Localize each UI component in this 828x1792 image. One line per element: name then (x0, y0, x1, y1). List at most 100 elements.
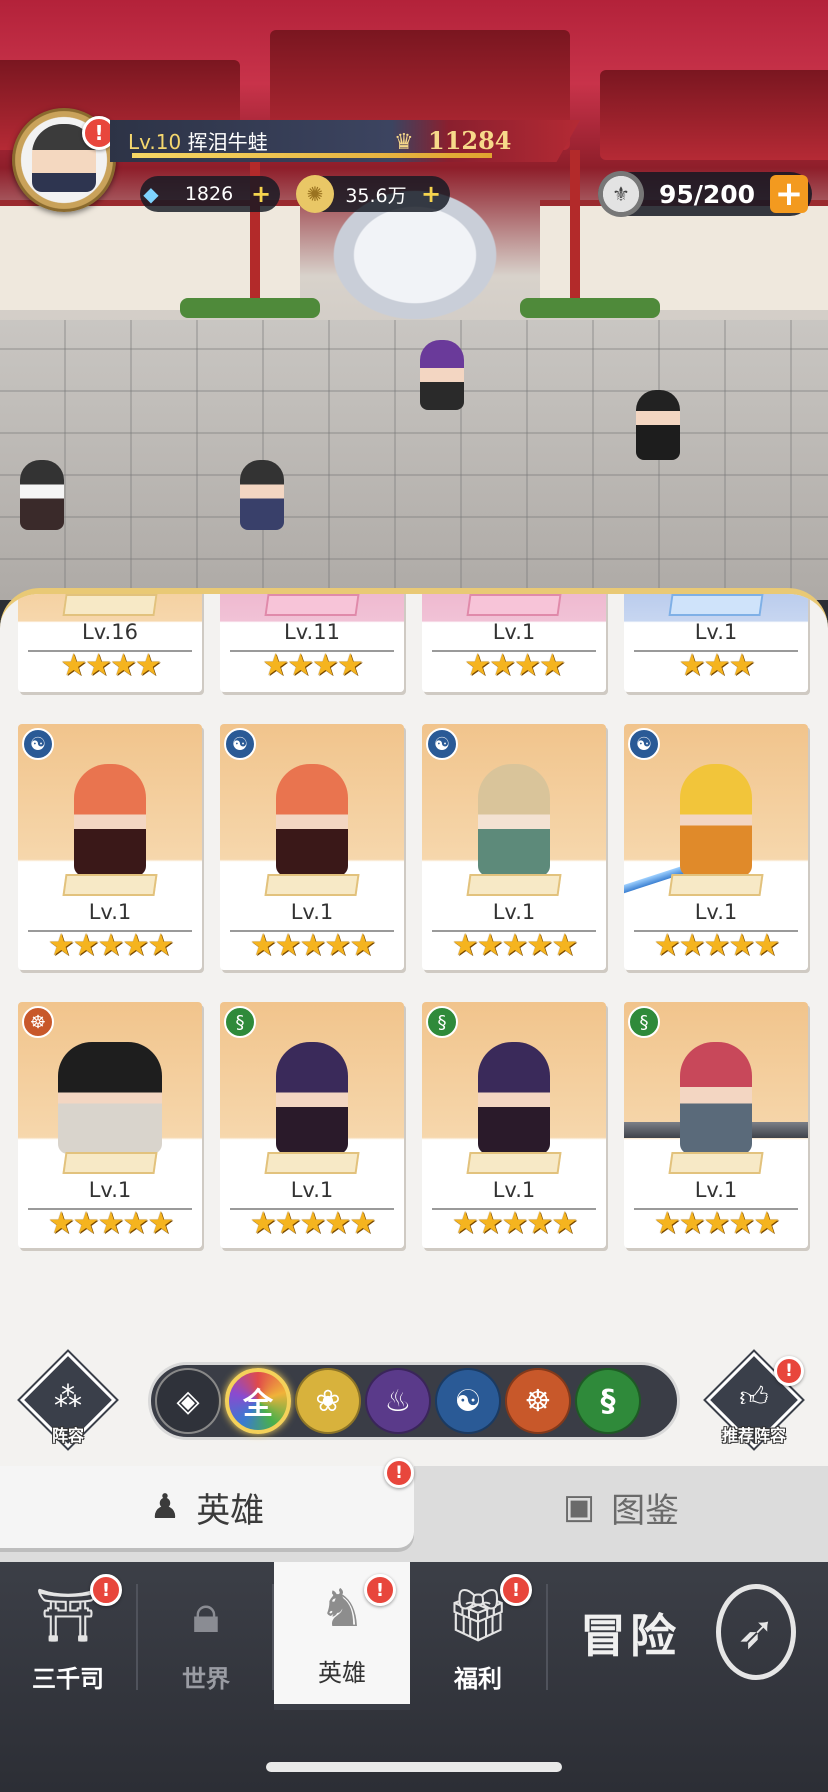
hero-tab-icon: ♟ (149, 1487, 181, 1527)
network-icon: ⁂ (54, 1380, 82, 1413)
hero-card[interactable]: § Lv.1 ★★★★★ (422, 1002, 606, 1248)
pedestal (264, 1152, 360, 1174)
nav-divider (546, 1584, 548, 1690)
filter-formation-icon[interactable]: ◈ (155, 1368, 221, 1434)
player-level-name: Lv.10 挥泪牛蛙 (128, 126, 268, 155)
filter-monk-icon[interactable]: ☸ (505, 1368, 571, 1434)
lineup-button[interactable]: ⁂ 阵容 (19, 1351, 117, 1452)
recommend-alert-icon: ! (774, 1356, 804, 1386)
codex-book-icon: ▣ (562, 1487, 596, 1527)
hero-card[interactable]: Lv.1 ★★★ (624, 594, 808, 692)
tab-codex[interactable]: ▣ 图鉴 (414, 1466, 828, 1548)
hero-panel: Lv.16 ★★★★ Lv.11 ★★★★ Lv.1 ★★★★ Lv.1 ★★★… (0, 588, 828, 1468)
nav-label: 三千司 (32, 1665, 104, 1693)
hero-card[interactable]: § Lv.1 ★★★★★ (220, 1002, 404, 1248)
pedestal (62, 1152, 158, 1174)
star-rating: ★★★★★ (451, 1206, 578, 1241)
stamina-value: 95/200 (658, 179, 756, 209)
hero-level: Lv.1 (694, 620, 738, 644)
water-element-icon: ☯ (628, 728, 660, 760)
player-level: Lv.10 (128, 130, 182, 154)
hero-card[interactable]: Lv.16 ★★★★ (18, 594, 202, 692)
pillar (570, 150, 580, 310)
pedestal (466, 874, 562, 896)
hero-card[interactable]: ☸ Lv.1 ★★★★★ (18, 1002, 202, 1248)
monk-element-icon: ☸ (22, 1006, 54, 1038)
pedestal (264, 874, 360, 896)
diamond-icon: ◆ (143, 182, 159, 206)
water-element-icon: ☯ (22, 728, 54, 760)
star-rating: ★★★★★ (249, 1206, 376, 1241)
scene-character[interactable] (420, 340, 464, 410)
hero-level: Lv.1 (88, 900, 132, 924)
dna-element-icon: § (628, 1006, 660, 1038)
hero-sprite (680, 1042, 752, 1154)
hero-card[interactable]: Lv.11 ★★★★ (220, 594, 404, 692)
hero-level: Lv.1 (290, 1178, 334, 1202)
star-rating: ★★★★ (464, 648, 566, 683)
hedge (180, 298, 320, 318)
stamina-icon: ⚜ (598, 171, 644, 217)
hero-card[interactable]: ☯ Lv.1 ★★★★★ (624, 724, 808, 970)
filter-water-icon[interactable]: ☯ (435, 1368, 501, 1434)
gold-value: 35.6万 (345, 184, 407, 207)
nav-world[interactable]: 🔒︎ 世界 (138, 1562, 274, 1710)
pillar (250, 150, 260, 310)
hero-card[interactable]: Lv.1 ★★★★ (422, 594, 606, 692)
pedestal (264, 594, 360, 616)
star-rating: ★★★★★ (47, 928, 174, 963)
filter-dna-icon[interactable]: § (575, 1368, 641, 1434)
filter-lotus-icon[interactable]: ❀ (295, 1368, 361, 1434)
adventure-button[interactable]: 冒险 (580, 1600, 680, 1666)
hero-card[interactable]: ☯ Lv.1 ★★★★★ (422, 724, 606, 970)
star-rating: ★★★★★ (653, 1206, 780, 1241)
star-rating: ★★★★ (262, 648, 364, 683)
hero-level: Lv.1 (694, 1178, 738, 1202)
combat-power: 11284 (428, 126, 512, 155)
hero-card[interactable]: ☯ Lv.1 ★★★★★ (220, 724, 404, 970)
lock-icon: 🔒︎ (192, 1584, 220, 1645)
filter-all-button[interactable]: 全 (225, 1368, 291, 1434)
tab-codex-label: 图鉴 (611, 1490, 680, 1531)
pedestal (668, 1152, 764, 1174)
hero-sprite (478, 764, 550, 876)
hero-level: Lv.11 (284, 620, 340, 644)
add-gold-icon[interactable]: + (418, 180, 444, 208)
nav-label: 英雄 (318, 1659, 366, 1687)
add-diamond-icon[interactable]: + (248, 180, 274, 208)
element-filter-bar: ◈ 全 ❀ ♨ ☯ ☸ § (148, 1362, 680, 1440)
nav-alert-icon: ! (364, 1574, 396, 1606)
nav-alert-icon: ! (90, 1574, 122, 1606)
lineup-label: 阵容 (51, 1426, 84, 1445)
hero-grid: Lv.16 ★★★★ Lv.11 ★★★★ Lv.1 ★★★★ Lv.1 ★★★… (18, 594, 810, 1248)
scene-character[interactable] (20, 460, 64, 530)
hero-sprite (276, 764, 348, 876)
diamond-counter[interactable]: ◆ 1826 + (140, 176, 280, 212)
star-rating: ★★★★★ (249, 928, 376, 963)
courtyard-floor (0, 320, 828, 600)
temple-roof-right (600, 70, 828, 160)
tab-heroes[interactable]: ♟ 英雄 (0, 1466, 414, 1548)
hero-card[interactable]: ☯ Lv.1 ★★★★★ (18, 724, 202, 970)
add-stamina-icon[interactable]: + (770, 174, 808, 214)
star-rating: ★★★★ (60, 648, 162, 683)
hero-level: Lv.1 (694, 900, 738, 924)
gold-coin-icon: ✺ (296, 175, 334, 213)
hero-sprite (478, 1042, 550, 1154)
scene-character[interactable] (636, 390, 680, 460)
hero-sprite (680, 764, 752, 876)
nav-label: 福利 (454, 1665, 502, 1693)
game-scene[interactable] (0, 0, 828, 600)
hedge (520, 298, 660, 318)
hero-card[interactable]: § Lv.1 ★★★★★ (624, 1002, 808, 1248)
hero-level: Lv.16 (82, 620, 138, 644)
filter-fire-icon[interactable]: ♨ (365, 1368, 431, 1434)
hero-sprite (58, 1042, 162, 1154)
hero-level: Lv.1 (492, 620, 536, 644)
scene-character[interactable] (240, 460, 284, 530)
stamina-counter[interactable]: ⚜ 95/200 + (598, 171, 812, 217)
gold-counter[interactable]: ✺ 35.6万 + (296, 175, 450, 213)
nav-label: 世界 (182, 1665, 230, 1693)
compass-icon[interactable]: ➶ (716, 1584, 796, 1680)
water-element-icon: ☯ (426, 728, 458, 760)
